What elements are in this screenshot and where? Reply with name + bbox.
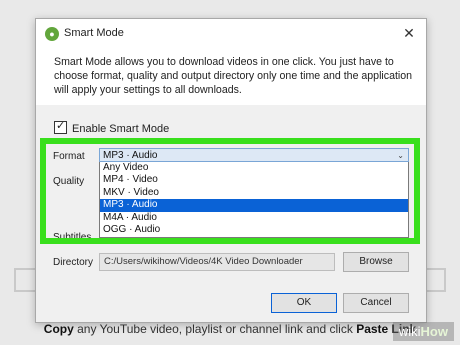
caption-copy: Copy: [43, 322, 74, 336]
highlight-box: [40, 138, 420, 244]
dialog-description: Smart Mode allows you to download videos…: [54, 56, 413, 96]
background-caption: Copy any YouTube video, playlist or chan…: [0, 322, 460, 336]
close-button[interactable]: ✕: [398, 23, 420, 43]
enable-smart-mode-row[interactable]: ✓ Enable Smart Mode: [54, 120, 170, 135]
directory-label: Directory: [53, 257, 94, 268]
dialog-titlebar: ● Smart Mode ✕: [36, 19, 426, 49]
enable-smart-mode-label: Enable Smart Mode: [72, 123, 170, 135]
watermark-how: How: [420, 324, 448, 339]
dialog-title: Smart Mode: [64, 27, 124, 39]
enable-smart-mode-checkbox[interactable]: ✓: [54, 120, 67, 134]
watermark-wiki: wiki: [398, 324, 421, 339]
ok-button[interactable]: OK: [271, 293, 337, 313]
browse-button[interactable]: Browse: [343, 252, 409, 272]
app-logo-icon: ●: [45, 27, 59, 41]
directory-field[interactable]: C:/Users/wikihow/Videos/4K Video Downloa…: [99, 253, 335, 271]
cancel-button[interactable]: Cancel: [343, 293, 409, 313]
checkmark-icon: ✓: [56, 120, 66, 132]
wikihow-watermark: wikiHow: [392, 322, 454, 341]
caption-text: any YouTube video, playlist or channel l…: [73, 322, 357, 336]
